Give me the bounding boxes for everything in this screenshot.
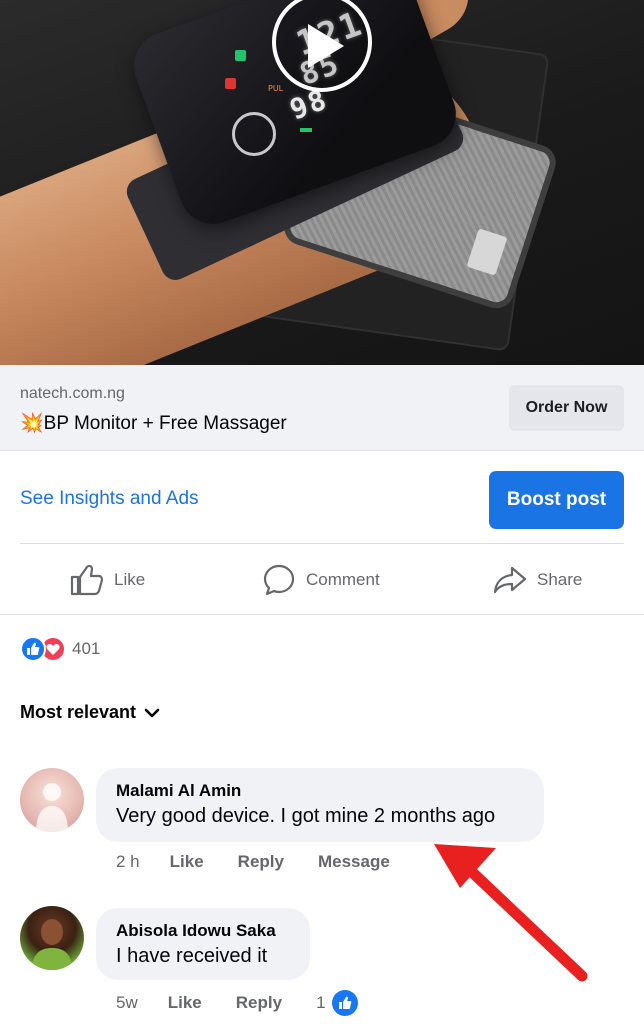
thumbs-up-icon bbox=[70, 564, 104, 596]
link-title: 💥BP Monitor + Free Massager bbox=[20, 411, 287, 435]
pulse-label: PUL bbox=[268, 84, 284, 93]
comment-meta: 5w Like Reply 1 bbox=[116, 990, 358, 1016]
sort-label: Most relevant bbox=[20, 702, 137, 722]
comment-bubble-icon bbox=[263, 564, 295, 596]
user-photo bbox=[32, 919, 72, 970]
link-preview[interactable]: natech.com.ng 💥BP Monitor + Free Massage… bbox=[0, 365, 644, 451]
device-indicator-dash bbox=[300, 128, 312, 132]
comment-meta: 2 h Like Reply Message bbox=[116, 852, 424, 872]
avatar[interactable] bbox=[20, 906, 84, 970]
red-arrow-annotation-icon bbox=[434, 844, 588, 982]
comment-action-button[interactable]: Comment bbox=[262, 563, 380, 597]
chevron-down-icon bbox=[144, 708, 160, 717]
link-domain: natech.com.ng bbox=[20, 385, 125, 402]
like-label: Like bbox=[114, 570, 146, 589]
commenter-name[interactable]: Abisola Idowu Saka bbox=[116, 920, 290, 942]
comment-time: 5w bbox=[116, 993, 138, 1012]
collision-emoji-icon: 💥 bbox=[20, 413, 44, 434]
comment-reply-button[interactable]: Reply bbox=[236, 993, 282, 1013]
comment-reply-button[interactable]: Reply bbox=[238, 852, 284, 872]
post-video[interactable]: PUL 121 85 98 bbox=[0, 0, 644, 365]
comment-message-button[interactable]: Message bbox=[318, 852, 390, 872]
post-actions: Like Comment Share bbox=[0, 553, 644, 607]
avatar[interactable] bbox=[20, 768, 84, 832]
boost-post-button[interactable]: Boost post bbox=[489, 471, 624, 529]
divider bbox=[20, 543, 624, 544]
comment-sort-dropdown[interactable]: Most relevant bbox=[20, 702, 160, 723]
reaction-summary[interactable]: 401 bbox=[20, 635, 100, 663]
reaction-count: 401 bbox=[72, 639, 101, 658]
user-photo bbox=[36, 783, 68, 832]
like-action-button[interactable]: Like bbox=[70, 563, 145, 597]
like-reaction-icon bbox=[20, 636, 46, 662]
share-label: Share bbox=[537, 570, 583, 589]
comment-time: 2 h bbox=[116, 852, 140, 871]
comment-bubble[interactable]: Abisola Idowu Saka I have received it bbox=[96, 908, 310, 980]
share-arrow-icon bbox=[493, 566, 527, 594]
comment-like-button[interactable]: Like bbox=[168, 993, 202, 1013]
device-power-button bbox=[232, 112, 276, 156]
comment-like-count: 1 bbox=[316, 993, 326, 1012]
play-icon bbox=[308, 24, 344, 68]
comment-text: I have received it bbox=[116, 945, 268, 967]
divider bbox=[0, 614, 644, 615]
green-indicator bbox=[235, 50, 246, 61]
comment-text: Very good device. I got mine 2 months ag… bbox=[116, 805, 496, 827]
share-action-button[interactable]: Share bbox=[493, 563, 582, 597]
like-reaction-icon bbox=[331, 990, 358, 1016]
order-now-button[interactable]: Order Now bbox=[509, 385, 624, 431]
red-indicator bbox=[225, 78, 236, 89]
comment-like-button[interactable]: Like bbox=[170, 852, 204, 872]
see-insights-link[interactable]: See Insights and Ads bbox=[20, 488, 199, 510]
link-title-text: BP Monitor + Free Massager bbox=[43, 413, 287, 434]
commenter-name[interactable]: Malami Al Amin bbox=[116, 780, 524, 802]
comment-label: Comment bbox=[306, 570, 380, 589]
